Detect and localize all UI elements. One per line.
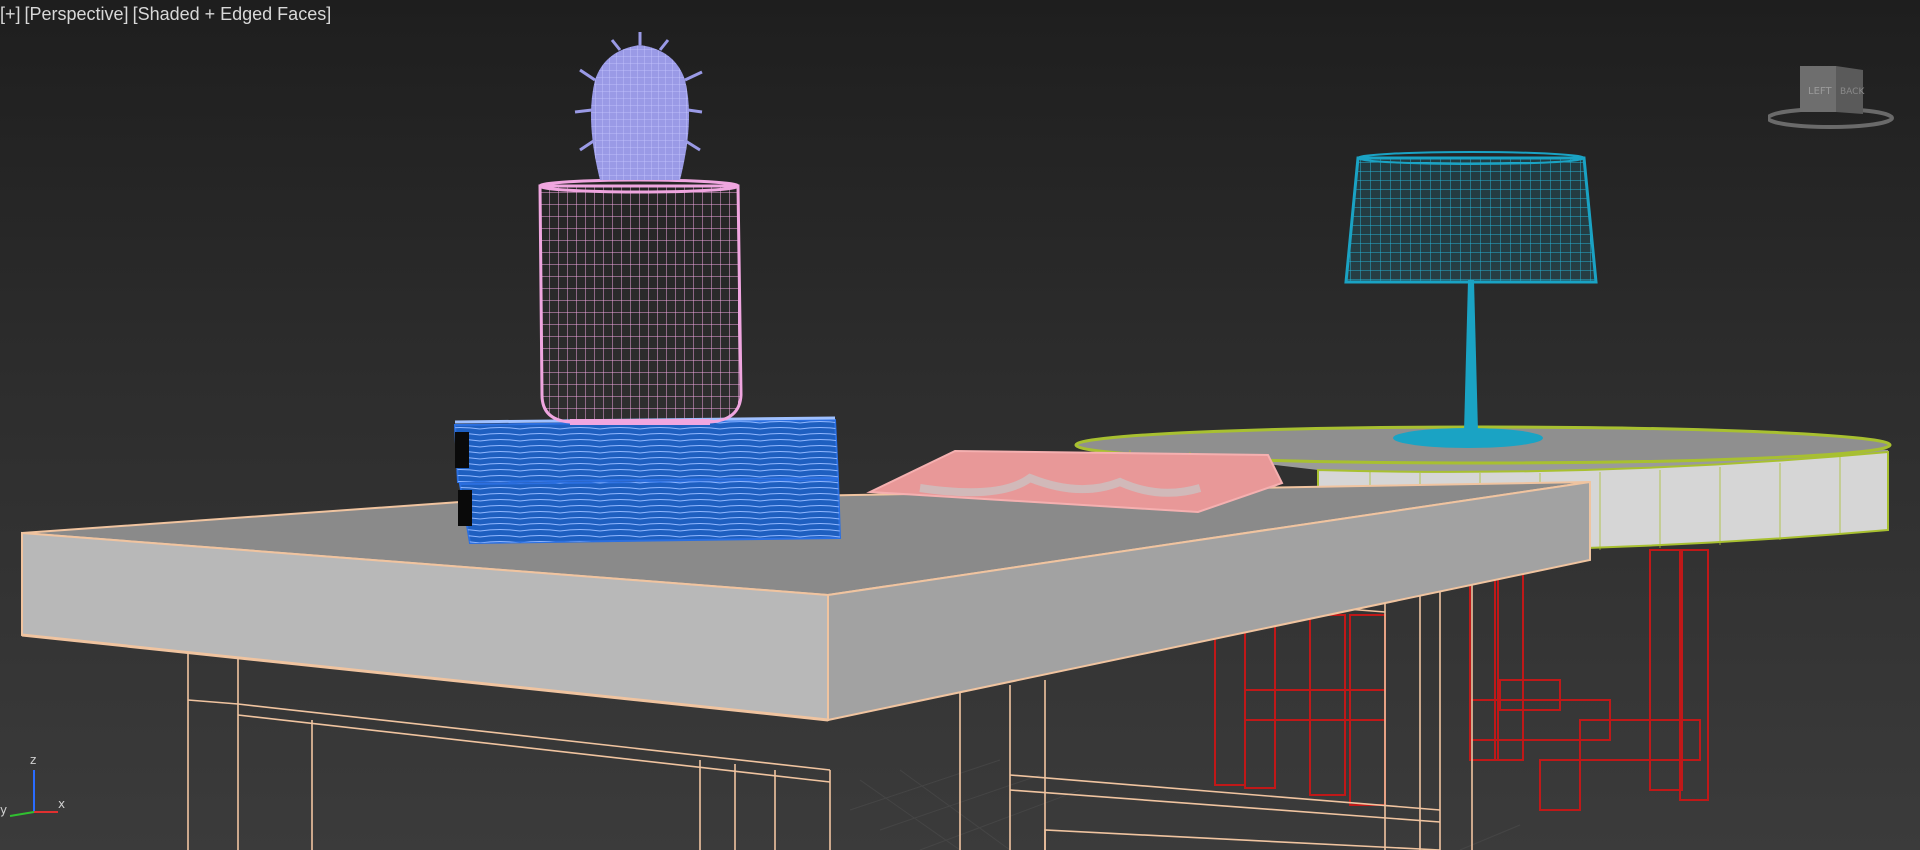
scene-canvas[interactable] <box>0 0 1920 850</box>
axis-x-label: x <box>58 797 65 811</box>
3d-viewport[interactable]: [+][Perspective][Shaded + Edged Faces] <box>0 0 1920 850</box>
viewcube[interactable]: LEFT BACK <box>1766 62 1898 132</box>
book-stack <box>453 416 842 545</box>
shading-mode-label[interactable]: [Shaded + Edged Faces] <box>133 4 332 24</box>
viewport-menu-label[interactable]: [+] <box>0 4 21 24</box>
viewport-labels: [+] [Perspective] [Shaded + Edged Faces] <box>0 4 335 25</box>
view-type-label[interactable]: [Perspective] <box>25 4 129 24</box>
axis-z-label: z <box>30 753 36 767</box>
cactus <box>574 32 703 180</box>
viewcube-face-back: BACK <box>1840 87 1865 97</box>
vase <box>538 178 743 425</box>
viewcube-icon: LEFT BACK <box>1766 66 1894 129</box>
axis-tripod: z y x <box>0 748 80 818</box>
axis-y-label: y <box>0 803 7 817</box>
table-lamp <box>1344 151 1598 448</box>
viewcube-face-left: LEFT <box>1808 86 1832 97</box>
axis-tripod-icon: z y x <box>0 753 65 817</box>
